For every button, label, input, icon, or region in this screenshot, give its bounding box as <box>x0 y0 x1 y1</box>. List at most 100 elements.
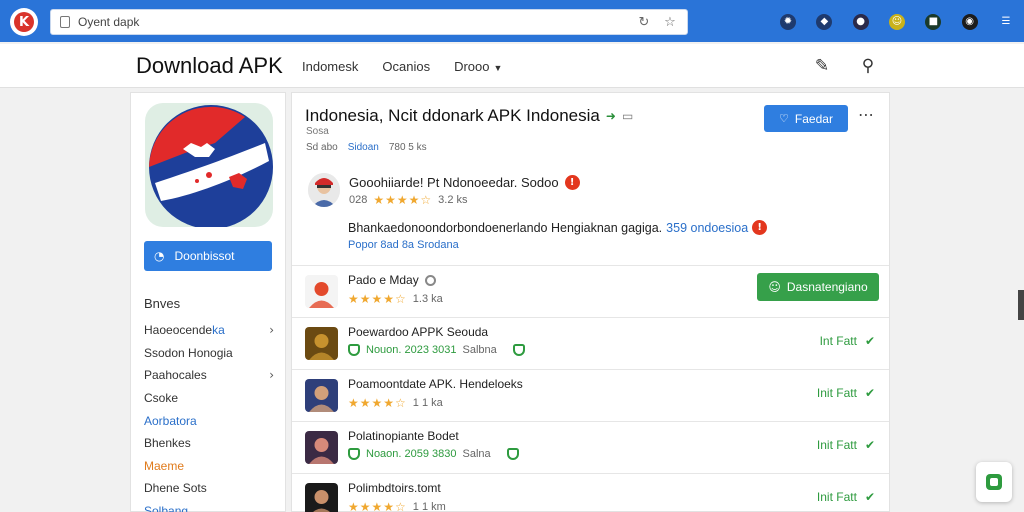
arrow-icon[interactable]: ➜ <box>606 109 616 123</box>
info-icon <box>424 274 436 286</box>
app-thumbnail-icon[interactable] <box>305 379 338 412</box>
edit-icon[interactable]: ✎ <box>810 54 834 78</box>
installed-status-label: Init Fatt <box>816 438 857 452</box>
extensions-bar: ✹ ◆ ● ☺ ■ ◉ ☰ <box>780 10 1020 34</box>
verified-shield-icon <box>348 448 360 460</box>
scrollbar-handle[interactable] <box>1018 290 1024 320</box>
installed-status[interactable]: Init Fatt ✔ <box>817 438 875 452</box>
sidebar-heading: Bnves <box>144 296 181 311</box>
installed-status[interactable]: Init Fatt ✔ <box>817 490 875 504</box>
sidebar-item-text: Maeme <box>144 458 185 473</box>
developer-avatar[interactable] <box>308 173 340 207</box>
sidebar-item[interactable]: Aorbatora <box>144 409 274 432</box>
nav-item-2[interactable]: Ocanios <box>382 59 430 74</box>
nav-item-1[interactable]: Indomesk <box>302 59 358 74</box>
installed-status[interactable]: Init Fatt ✔ <box>817 386 875 400</box>
app-subtitle: Sosa <box>306 126 329 137</box>
list-item-title: Pado e Mday <box>348 273 436 287</box>
site-header: Download APK Indomesk Ocanios Drooo ▼ ✎ ⚲ <box>0 44 1024 88</box>
list-item-stars: ★★★★ <box>348 396 396 410</box>
list-item-half-star: ☆ <box>395 500 407 512</box>
camera-ext-icon[interactable]: ◉ <box>961 14 978 30</box>
app-thumbnail-icon[interactable] <box>305 483 338 512</box>
rating-number: 028 <box>349 194 368 206</box>
address-bar[interactable]: Oyent dapk ↻ ☆ <box>50 9 688 35</box>
app-thumbnail-icon[interactable] <box>305 431 338 464</box>
sidebar-item[interactable]: Paahocales › <box>144 364 274 387</box>
list-item-stars: ★★★★ <box>348 500 396 512</box>
sidebar-item[interactable]: Maeme <box>144 455 274 478</box>
sidebar-item[interactable]: Bhenkes <box>144 432 274 455</box>
chevron-right-icon: › <box>269 323 274 338</box>
sidebar-item[interactable]: Ssodon Honogia <box>144 342 274 365</box>
list-item[interactable]: Poewardoo APPK Seouda Nouon. 2023 3031 Sal… <box>292 317 889 369</box>
installed-status[interactable]: Int Fatt ✔ <box>820 334 875 348</box>
bookmark-icon[interactable]: ▭ <box>622 109 633 123</box>
star-rating-icon: ★★★★☆ <box>348 500 407 512</box>
robot-ext-icon[interactable]: ■ <box>925 14 942 30</box>
list-item[interactable]: Pado e Mday ★★★★☆ 1.3 ka ☺ Dasnatengiano <box>292 265 889 317</box>
smile-ext-icon[interactable]: ☺ <box>888 14 905 30</box>
app-meta-link[interactable]: Sidoan <box>348 142 379 153</box>
shield-ext-icon[interactable]: ◆ <box>816 14 833 30</box>
description-links[interactable]: Popor 8ad 8a Srodana <box>348 239 459 251</box>
sidebar-item[interactable]: Haoeocendeka › <box>144 319 274 342</box>
developer-name[interactable]: Gooohiiarde! Pt Ndonoeedar. Sodoo ! <box>349 175 580 190</box>
list-item-meta: ★★★★☆ 1.3 ka <box>348 292 443 306</box>
sidebar-item-label: Aorbatora <box>144 414 197 428</box>
gear-ext-icon[interactable]: ✹ <box>780 14 796 30</box>
floating-action-button[interactable] <box>976 462 1012 502</box>
profile-ext-icon[interactable]: ● <box>852 14 869 30</box>
app-thumbnail-icon[interactable] <box>305 275 338 308</box>
list-item-title: Poewardoo APPK Seouda <box>348 325 488 339</box>
developer-rating: 028 ★★★★☆ 3.2 ks <box>349 193 468 207</box>
check-icon: ✔ <box>864 438 875 452</box>
list-item-meta: ★★★★☆ 1 1 km <box>348 500 446 512</box>
app-description: Bhankaedonoondorbondoenerlando Hengiakna… <box>348 220 768 235</box>
site-title[interactable]: Download APK <box>136 53 283 79</box>
nav-item-3-dropdown[interactable]: Drooo ▼ <box>454 59 502 74</box>
list-item-title-text: Polimbdtoirs.tomt <box>348 481 441 495</box>
more-options-icon[interactable]: ⋯ <box>858 105 874 124</box>
list-item-stars: ★★★★ <box>348 292 396 306</box>
rating-stars: ★★★★ <box>373 193 421 207</box>
sidebar-item[interactable]: Dhene Sots <box>144 477 274 500</box>
check-icon: ✔ <box>864 334 875 348</box>
follow-button[interactable]: ♡ Faedar <box>764 105 848 132</box>
verified-shield-icon <box>506 448 519 460</box>
sidebar-list: Haoeocendeka › Ssodon Honogia Paahocales › Cs… <box>144 319 274 512</box>
sidebar-item-text: Csoke <box>144 391 179 406</box>
installed-status-label: Init Fatt <box>816 386 857 400</box>
install-button-label: Dasnatengiano <box>786 280 868 294</box>
list-item-half-star: ☆ <box>395 396 407 410</box>
verified-shield-icon <box>512 344 525 356</box>
sidebar-item[interactable]: Csoke <box>144 387 274 410</box>
download-button[interactable]: ◔ Doonbissot <box>144 241 272 271</box>
star-rating-icon: ★★★★☆ <box>348 292 407 306</box>
browser-logo-icon[interactable]: K <box>10 8 38 36</box>
list-item-title: Polatinopiante Bodet <box>348 429 459 443</box>
app-details-panel: Indonesia, Ncit ddonark APK Indonesia ➜ … <box>291 92 890 512</box>
menu-icon[interactable]: ☰ <box>998 14 1014 30</box>
user-icon[interactable]: ⚲ <box>856 54 880 78</box>
star-icon[interactable]: ☆ <box>661 13 679 31</box>
check-icon: ✔ <box>864 386 875 400</box>
app-thumbnail-icon[interactable] <box>305 327 338 360</box>
list-item[interactable]: Polatinopiante Bodet Noaon. 2059 3830 Saln… <box>292 421 889 473</box>
reload-icon[interactable]: ↻ <box>635 13 653 31</box>
installed-status-label: Int Fatt <box>819 334 857 348</box>
list-item[interactable]: Poamoontdate APK. Hendeloeks ★★★★☆ 1 1 ka I… <box>292 369 889 421</box>
url-text[interactable]: Oyent dapk <box>78 15 635 29</box>
related-apps-list: Pado e Mday ★★★★☆ 1.3 ka ☺ Dasnatengiano Poew… <box>292 265 889 512</box>
description-link[interactable]: 359 ondoesioa <box>666 221 748 235</box>
install-button[interactable]: ☺ Dasnatengiano <box>757 273 879 301</box>
list-item-date: Nouon. 2023 3031 <box>366 344 457 356</box>
list-item[interactable]: Polimbdtoirs.tomt ★★★★☆ 1 1 km Init Fatt ✔ <box>292 473 889 512</box>
rating-half-star: ☆ <box>420 193 433 207</box>
sidebar-item[interactable]: Solbang <box>144 500 274 512</box>
list-item-size: Salna <box>462 448 491 460</box>
sidebar-item-label: Dhene Sots <box>144 481 207 495</box>
review-count: 3.2 ks <box>438 194 468 206</box>
list-item-title-text: Poewardoo APPK Seouda <box>348 325 489 339</box>
sidebar-item-text: Bhenkes <box>144 436 191 451</box>
